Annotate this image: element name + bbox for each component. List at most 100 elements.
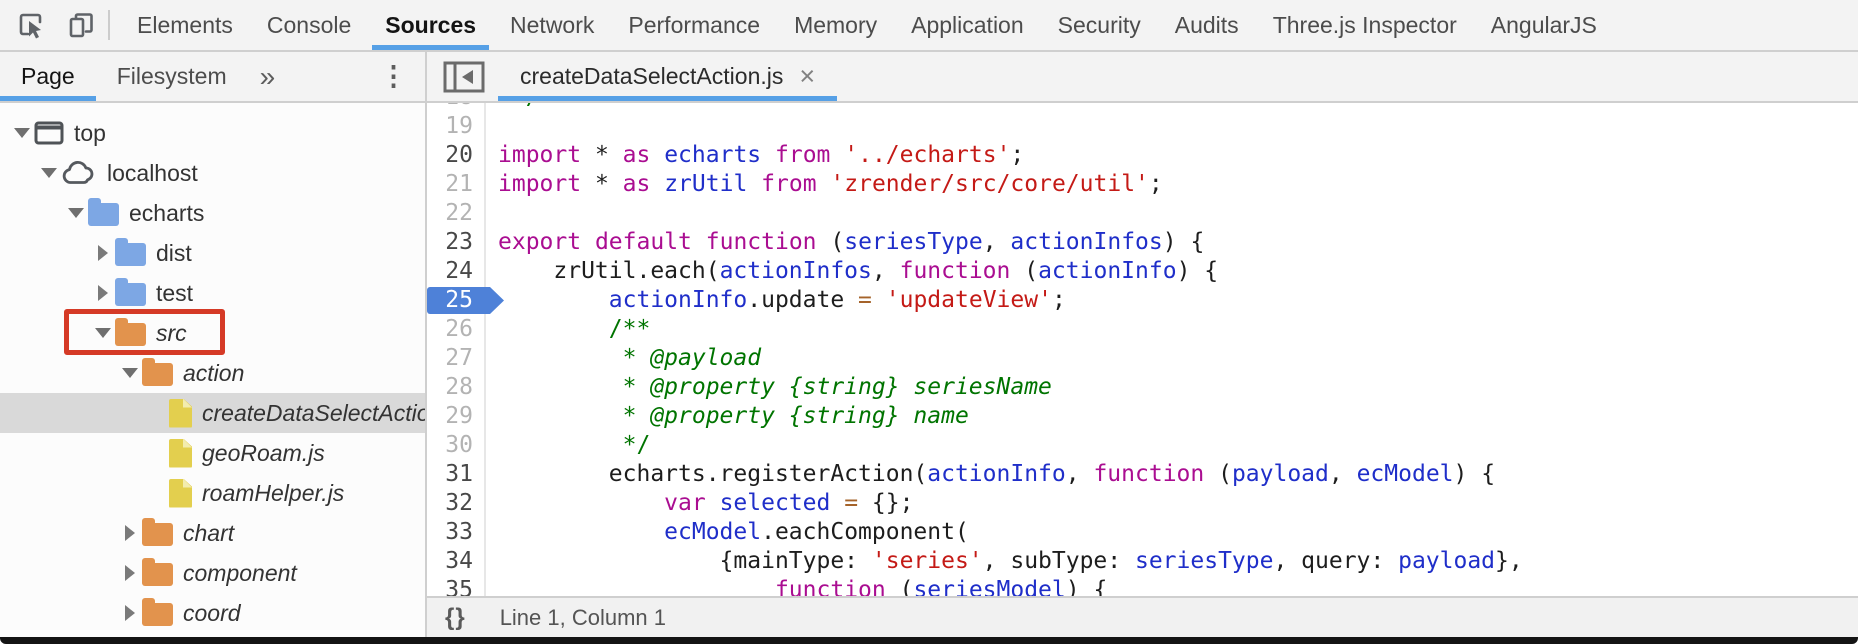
code-line-text[interactable]: import * as zrUtil from 'zrender/src/cor… — [486, 170, 1163, 199]
tree-item-chart[interactable]: chart — [0, 513, 425, 553]
file-tab-createdataselectaction[interactable]: createDataSelectAction.js × — [498, 52, 837, 101]
line-number[interactable]: 26 — [427, 315, 486, 344]
panel-tab-three-js-inspector[interactable]: Three.js Inspector — [1256, 0, 1474, 50]
code-line-text[interactable]: actionInfo.update = 'updateView'; — [486, 286, 1066, 315]
code-line[interactable]: 31 echarts.registerAction(actionInfo, fu… — [427, 460, 1858, 489]
line-number[interactable]: 34 — [427, 547, 486, 576]
close-tab-icon[interactable]: × — [799, 63, 815, 90]
code-line[interactable]: 21import * as zrUtil from 'zrender/src/c… — [427, 170, 1858, 199]
code-line-text[interactable]: * @payload — [486, 344, 761, 373]
tree-item-createdataselectaction-js[interactable]: createDataSelectAction.js — [0, 393, 425, 433]
code-line-text[interactable]: * @property {string} seriesName — [486, 373, 1052, 402]
panel-tab-audits[interactable]: Audits — [1158, 0, 1256, 50]
code-line[interactable]: 22 — [427, 199, 1858, 228]
tree-item-georoam-js[interactable]: geoRoam.js — [0, 433, 425, 473]
tree-item-roamhelper-js[interactable]: roamHelper.js — [0, 473, 425, 513]
line-number[interactable]: 24 — [427, 257, 486, 286]
code-line-text[interactable] — [486, 199, 498, 228]
tab-page[interactable]: Page — [0, 52, 96, 101]
chevron-collapsed-icon[interactable] — [125, 565, 135, 581]
panel-tab-security[interactable]: Security — [1041, 0, 1158, 50]
code-line[interactable]: 24 zrUtil.each(actionInfos, function (ac… — [427, 257, 1858, 286]
chevron-collapsed-icon[interactable] — [125, 525, 135, 541]
code-editor[interactable]: 18 */1920import * as echarts from '../ec… — [427, 103, 1858, 596]
code-line-text[interactable]: */ — [486, 431, 650, 460]
code-line-text[interactable]: function (seriesModel) { — [486, 576, 1107, 596]
tree-item-component[interactable]: component — [0, 553, 425, 593]
panel-tab-performance[interactable]: Performance — [611, 0, 777, 50]
code-line-text[interactable]: {mainType: 'series', subType: seriesType… — [486, 547, 1523, 576]
tree-item-top[interactable]: top — [0, 113, 425, 153]
chevron-expanded-icon[interactable] — [41, 168, 57, 178]
line-number[interactable]: 18 — [427, 103, 486, 112]
line-number[interactable]: 35 — [427, 576, 486, 596]
chevron-collapsed-icon[interactable] — [125, 605, 135, 621]
navigator-menu-icon[interactable]: ⋮ — [362, 52, 425, 101]
code-line-text[interactable]: import * as echarts from '../echarts'; — [486, 141, 1024, 170]
code-line[interactable]: 32 var selected = {}; — [427, 489, 1858, 518]
more-tabs-icon[interactable]: » — [248, 52, 288, 101]
code-line[interactable]: 27 * @payload — [427, 344, 1858, 373]
code-line-text[interactable]: echarts.registerAction(actionInfo, funct… — [486, 460, 1495, 489]
line-number[interactable]: 31 — [427, 460, 486, 489]
inspect-element-icon[interactable] — [16, 10, 46, 40]
code-line-text[interactable] — [486, 112, 498, 141]
code-line-text[interactable]: zrUtil.each(actionInfos, function (actio… — [486, 257, 1218, 286]
panel-tab-elements[interactable]: Elements — [120, 0, 250, 50]
code-line-text[interactable]: export default function (seriesType, act… — [486, 228, 1204, 257]
panel-tab-sources[interactable]: Sources — [368, 0, 493, 50]
code-line[interactable]: 33 ecModel.eachComponent( — [427, 518, 1858, 547]
chevron-expanded-icon[interactable] — [95, 328, 111, 338]
line-number[interactable]: 22 — [427, 199, 486, 228]
breakpoint-line-number[interactable]: 25 — [427, 286, 486, 315]
panel-tab-memory[interactable]: Memory — [777, 0, 894, 50]
line-number[interactable]: 30 — [427, 431, 486, 460]
code-line[interactable]: 29 * @property {string} name — [427, 402, 1858, 431]
line-number[interactable]: 21 — [427, 170, 486, 199]
chevron-expanded-icon[interactable] — [14, 128, 30, 138]
pretty-print-button[interactable]: {} — [445, 604, 466, 632]
code-line[interactable]: 19 — [427, 112, 1858, 141]
code-line[interactable]: 25 actionInfo.update = 'updateView'; — [427, 286, 1858, 315]
line-number[interactable]: 23 — [427, 228, 486, 257]
tree-item-action[interactable]: action — [0, 353, 425, 393]
code-line[interactable]: 23export default function (seriesType, a… — [427, 228, 1858, 257]
line-number[interactable]: 27 — [427, 344, 486, 373]
panel-tab-angularjs[interactable]: AngularJS — [1474, 0, 1614, 50]
device-toolbar-icon[interactable] — [66, 10, 96, 40]
panel-tab-application[interactable]: Application — [894, 0, 1041, 50]
code-line[interactable]: 28 * @property {string} seriesName — [427, 373, 1858, 402]
code-line-text[interactable]: * @property {string} name — [486, 402, 969, 431]
code-line[interactable]: 30 */ — [427, 431, 1858, 460]
code-line[interactable]: 35 function (seriesModel) { — [427, 576, 1858, 596]
code-line-text[interactable]: ecModel.eachComponent( — [486, 518, 969, 547]
code-line[interactable]: 26 /** — [427, 315, 1858, 344]
chevron-expanded-icon[interactable] — [122, 368, 138, 378]
file-icon — [169, 439, 192, 468]
tab-filesystem[interactable]: Filesystem — [96, 52, 248, 101]
code-line[interactable]: 20import * as echarts from '../echarts'; — [427, 141, 1858, 170]
line-number[interactable]: 20 — [427, 141, 486, 170]
line-number[interactable]: 19 — [427, 112, 486, 141]
tree-item-test[interactable]: test — [0, 273, 425, 313]
code-line[interactable]: 18 */ — [427, 103, 1858, 112]
tree-item-dist[interactable]: dist — [0, 233, 425, 273]
line-number[interactable]: 28 — [427, 373, 486, 402]
tree-item-src[interactable]: src — [0, 313, 425, 353]
chevron-collapsed-icon[interactable] — [98, 245, 108, 261]
chevron-collapsed-icon[interactable] — [98, 285, 108, 301]
code-line-text[interactable]: /** — [486, 315, 650, 344]
tree-item-coord[interactable]: coord — [0, 593, 425, 633]
code-line-text[interactable]: var selected = {}; — [486, 489, 913, 518]
code-line-text[interactable]: */ — [486, 103, 540, 112]
hide-navigator-icon[interactable] — [443, 61, 485, 93]
chevron-expanded-icon[interactable] — [68, 208, 84, 218]
tree-item-localhost[interactable]: localhost — [0, 153, 425, 193]
line-number[interactable]: 32 — [427, 489, 486, 518]
panel-tab-network[interactable]: Network — [493, 0, 611, 50]
panel-tab-console[interactable]: Console — [250, 0, 368, 50]
tree-item-echarts[interactable]: echarts — [0, 193, 425, 233]
code-line[interactable]: 34 {mainType: 'series', subType: seriesT… — [427, 547, 1858, 576]
line-number[interactable]: 33 — [427, 518, 486, 547]
line-number[interactable]: 29 — [427, 402, 486, 431]
